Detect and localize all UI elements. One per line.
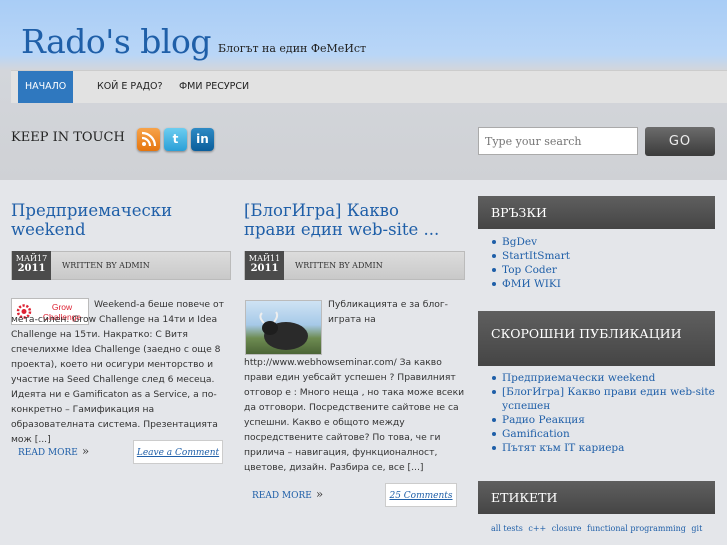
post-date: МАЙ17 2011 <box>12 251 51 280</box>
post-meta: МАЙ11 2011 WRITTEN BY ADMIN <box>244 251 465 280</box>
list-item[interactable]: ФМИ WIKI <box>492 277 570 291</box>
search-button[interactable]: GO <box>645 127 715 156</box>
widget-title-tags: ЕТИКЕТИ <box>478 481 715 514</box>
keep-in-touch-label: KEEP IN TOUCH <box>11 130 125 145</box>
post-date: МАЙ11 2011 <box>245 251 284 280</box>
tag-link[interactable]: all tests <box>491 524 523 533</box>
read-more-link[interactable]: READ MORE» <box>252 487 323 501</box>
post-title[interactable]: [БлогИгра] Какво прави един web-site ... <box>244 201 454 239</box>
post-excerpt-text: Публикацията е за блог-играта на http://… <box>244 297 466 475</box>
site-title[interactable]: Rado's blog <box>21 22 211 61</box>
rss-icon[interactable] <box>137 128 160 151</box>
post-title[interactable]: Предприемачески weekend <box>11 201 221 239</box>
list-item[interactable]: Gamification <box>492 427 727 441</box>
post-author: WRITTEN BY ADMIN <box>62 261 150 270</box>
read-more-label: READ MORE <box>18 448 78 458</box>
header: Rado's blog Блогът на един ФеМеИст НАЧАЛ… <box>0 0 727 180</box>
double-arrow-icon: » <box>81 444 90 458</box>
widget-title-links: ВРЪЗКИ <box>478 196 715 229</box>
list-item[interactable]: BgDev <box>492 235 570 249</box>
nav-item-who-is-rado[interactable]: КОЙ Е РАДО? <box>90 71 170 103</box>
post-excerpt: Weekend-а беше повече от мета-силен. Gro… <box>11 299 224 445</box>
site-tagline: Блогът на един ФеМеИст <box>218 42 367 55</box>
list-item[interactable]: [БлогИгра] Какво прави един web-site усп… <box>492 385 727 413</box>
search-input[interactable] <box>478 127 638 155</box>
links-list: BgDev StartItSmart Top Coder ФМИ WIKI <box>490 235 570 291</box>
read-more-label: READ MORE <box>252 491 312 501</box>
post-date-month: МАЙ17 <box>15 254 48 263</box>
comments-link[interactable]: Leave a Comment <box>133 440 223 464</box>
tag-cloud: all tests c++ closure functional program… <box>491 524 705 533</box>
nav-item-home[interactable]: НАЧАЛО <box>18 71 74 103</box>
list-item[interactable]: Top Coder <box>492 263 570 277</box>
list-item[interactable]: Радио Реакция <box>492 413 727 427</box>
list-item[interactable]: StartItSmart <box>492 249 570 263</box>
linkedin-icon[interactable]: in <box>191 128 214 151</box>
tag-link[interactable]: git <box>691 524 702 533</box>
twitter-icon[interactable]: t <box>164 128 187 151</box>
tag-link[interactable]: c++ <box>528 524 546 533</box>
read-more-link[interactable]: READ MORE» <box>18 444 89 458</box>
post-date-month: МАЙ11 <box>248 254 281 263</box>
post-date-year: 2011 <box>17 263 46 274</box>
main-navigation: НАЧАЛО КОЙ Е РАДО? ФМИ РЕСУРСИ <box>11 70 727 103</box>
tag-link[interactable]: closure <box>552 524 582 533</box>
list-item[interactable]: Пътят към IT кариера <box>492 441 727 455</box>
list-item[interactable]: Предприемачески weekend <box>492 371 727 385</box>
comments-link[interactable]: 25 Comments <box>385 483 457 507</box>
widget-title-recent-posts: СКОРОШНИ ПУБЛИКАЦИИ <box>478 311 715 366</box>
double-arrow-icon: » <box>315 487 324 501</box>
post-author: WRITTEN BY ADMIN <box>295 261 383 270</box>
post-meta: МАЙ17 2011 WRITTEN BY ADMIN <box>11 251 231 280</box>
recent-posts-list: Предприемачески weekend [БлогИгра] Какво… <box>490 371 727 455</box>
nav-item-fmi-resources[interactable]: ФМИ РЕСУРСИ <box>172 71 256 103</box>
post-date-year: 2011 <box>250 263 279 274</box>
tag-link[interactable]: functional programming <box>587 524 686 533</box>
